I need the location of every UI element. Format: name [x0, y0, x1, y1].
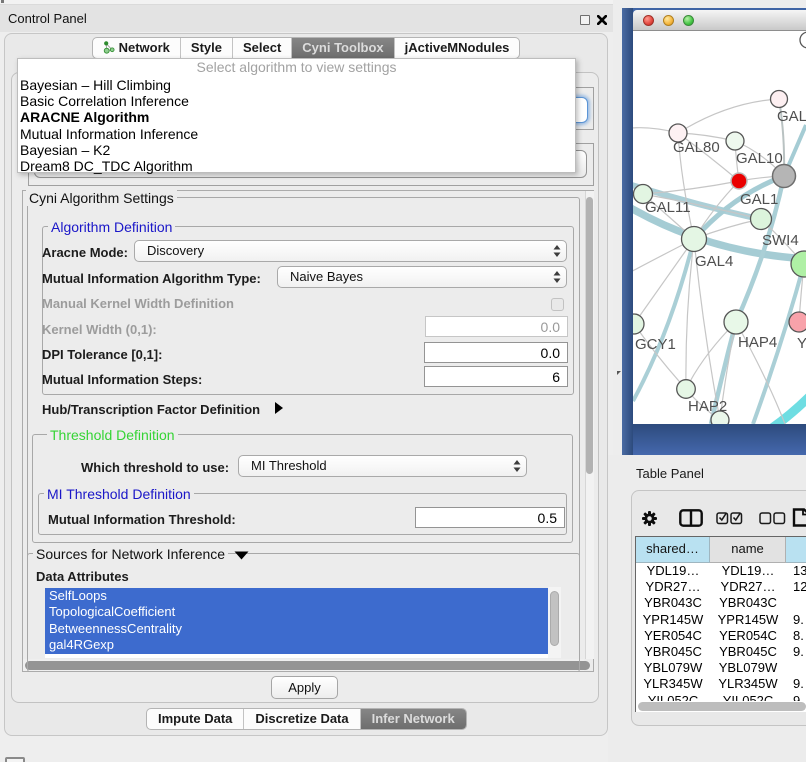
svg-text:GAL7: GAL7: [777, 108, 806, 125]
svg-text:GAL11: GAL11: [645, 199, 691, 216]
svg-text:YEL0: YEL0: [797, 335, 806, 352]
svg-text:HAP4: HAP4: [738, 334, 777, 351]
svg-text:GCY1: GCY1: [635, 336, 676, 353]
svg-text:HAP2: HAP2: [688, 398, 727, 415]
svg-text:GAL10: GAL10: [736, 150, 783, 167]
svg-text:SWI4: SWI4: [762, 232, 799, 249]
svg-text:GAL80: GAL80: [673, 139, 720, 156]
svg-text:GAL1: GAL1: [740, 191, 778, 208]
svg-text:GAL4: GAL4: [695, 253, 733, 270]
